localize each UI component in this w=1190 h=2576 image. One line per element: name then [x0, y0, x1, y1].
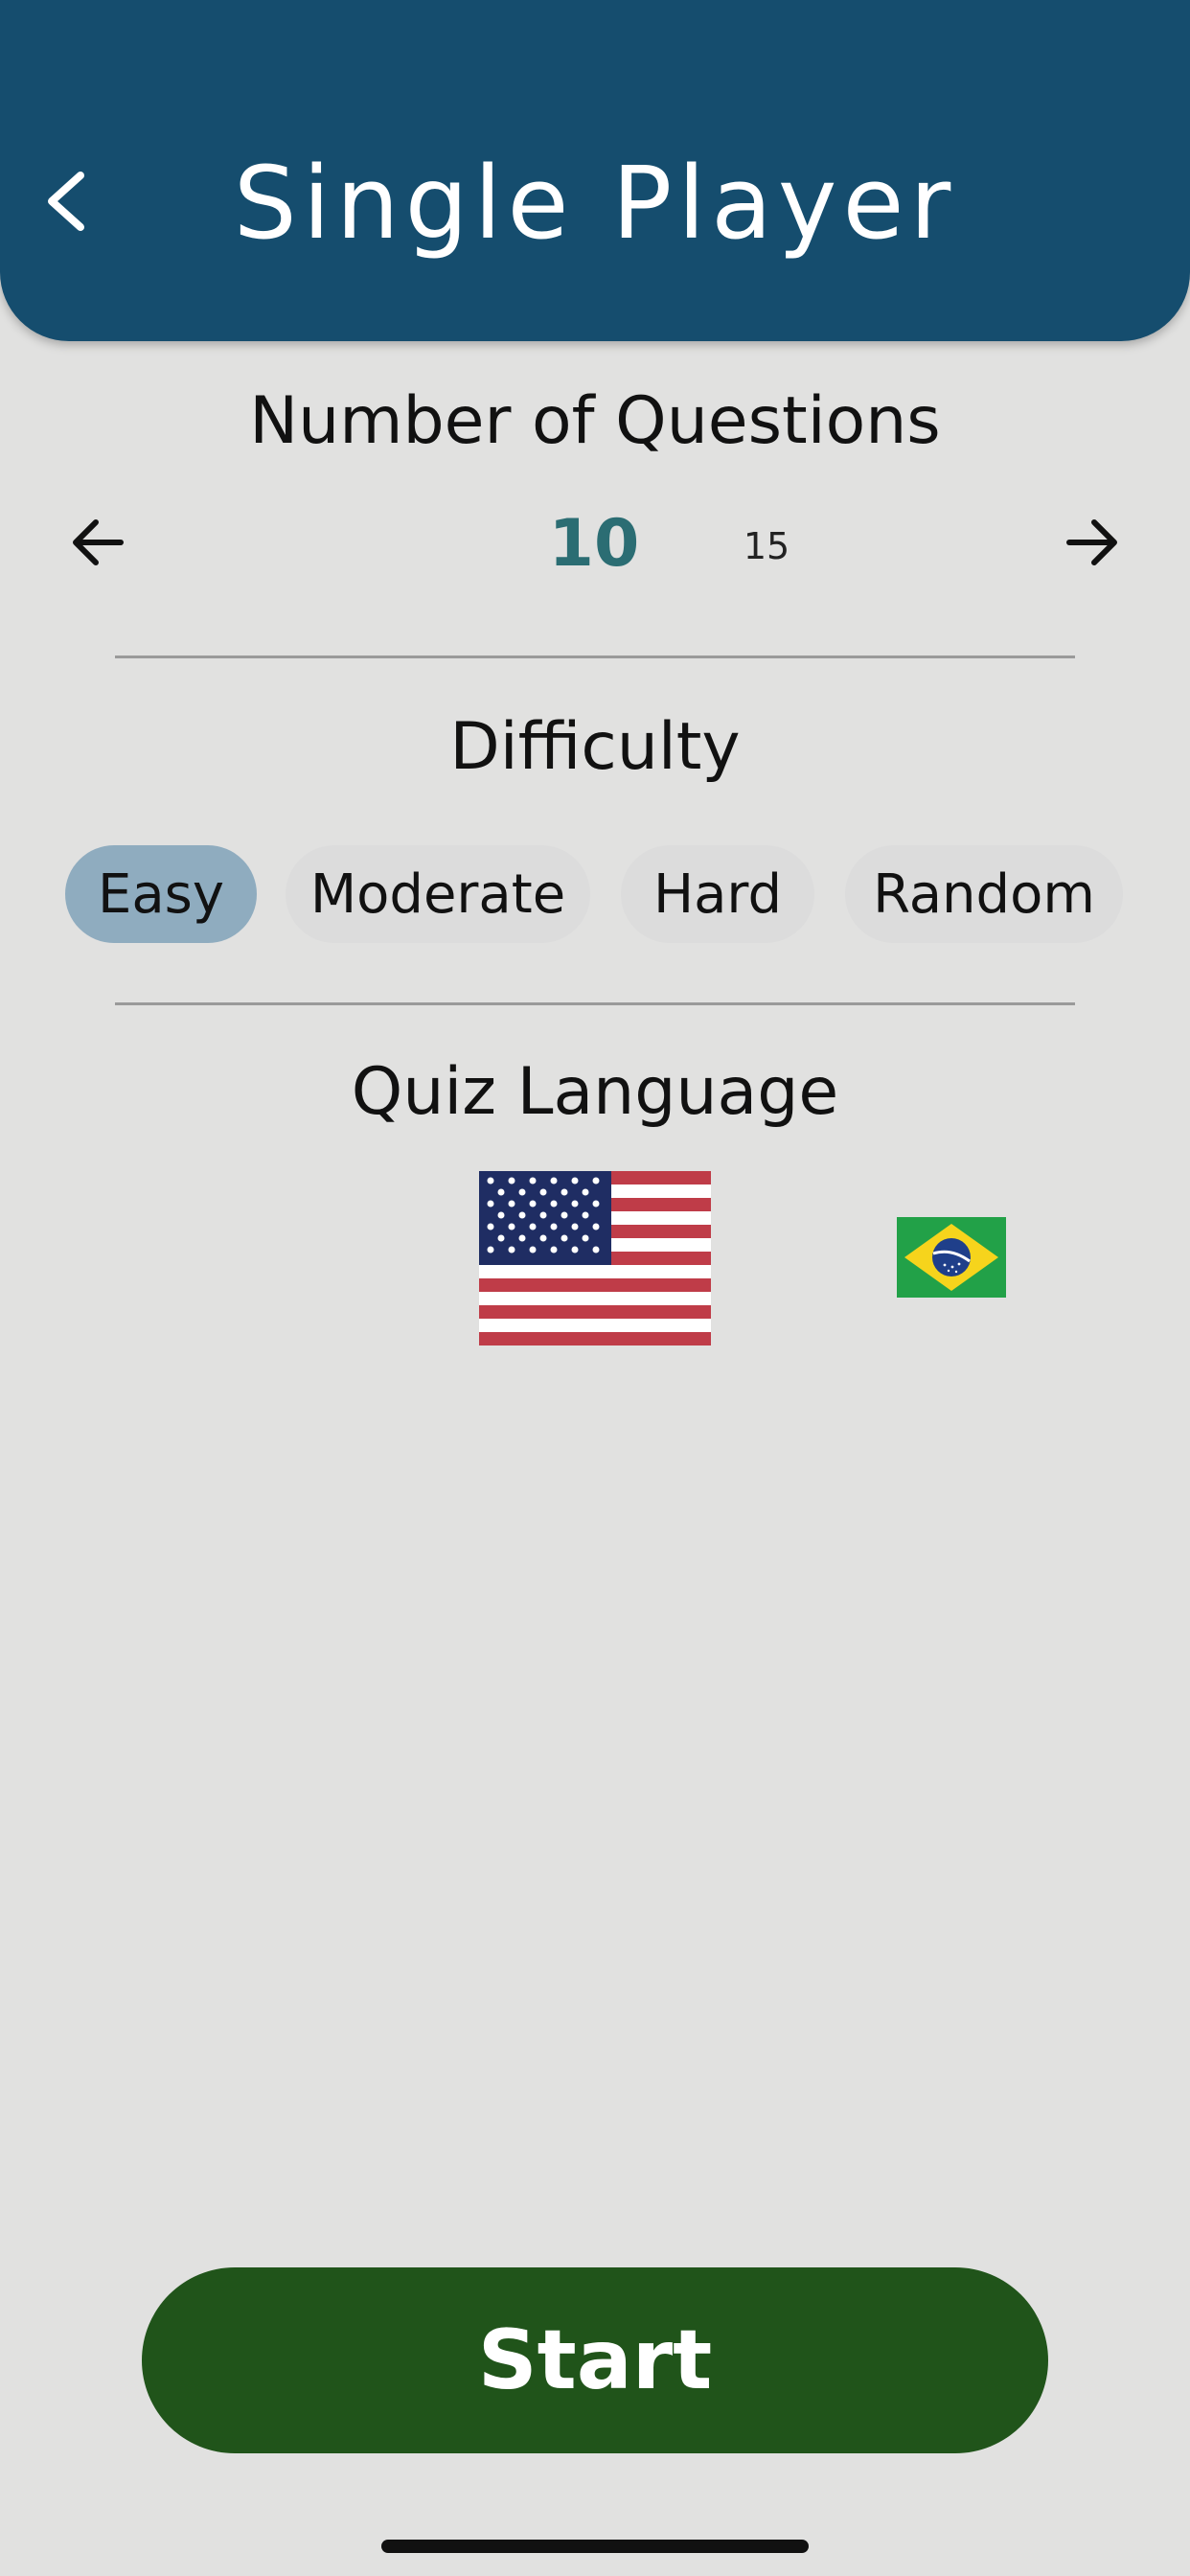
start-button[interactable]: Start — [142, 2267, 1048, 2453]
language-section-title: Quiz Language — [351, 1054, 839, 1130]
divider — [115, 1002, 1075, 1005]
brazil-flag-icon[interactable] — [897, 1217, 1006, 1298]
questions-next-button[interactable] — [1054, 504, 1131, 581]
arrow-right-icon — [1066, 519, 1117, 565]
difficulty-easy-chip[interactable]: Easy — [65, 845, 257, 943]
questions-prev-button[interactable] — [59, 504, 136, 581]
difficulty-section-title: Difficulty — [449, 709, 741, 785]
questions-section-title: Number of Questions — [249, 383, 941, 459]
questions-selected-value[interactable]: 10 — [498, 506, 690, 582]
difficulty-random-chip[interactable]: Random — [845, 845, 1123, 943]
arrow-left-icon — [73, 519, 124, 565]
home-indicator[interactable] — [381, 2540, 809, 2553]
questions-option-value[interactable]: 15 — [709, 525, 824, 567]
us-flag-icon[interactable] — [479, 1171, 711, 1346]
page-title: Single Player — [233, 145, 957, 262]
header-bar: Single Player — [0, 0, 1190, 341]
divider — [115, 656, 1075, 658]
difficulty-moderate-chip[interactable]: Moderate — [286, 845, 590, 943]
difficulty-hard-chip[interactable]: Hard — [621, 845, 814, 943]
